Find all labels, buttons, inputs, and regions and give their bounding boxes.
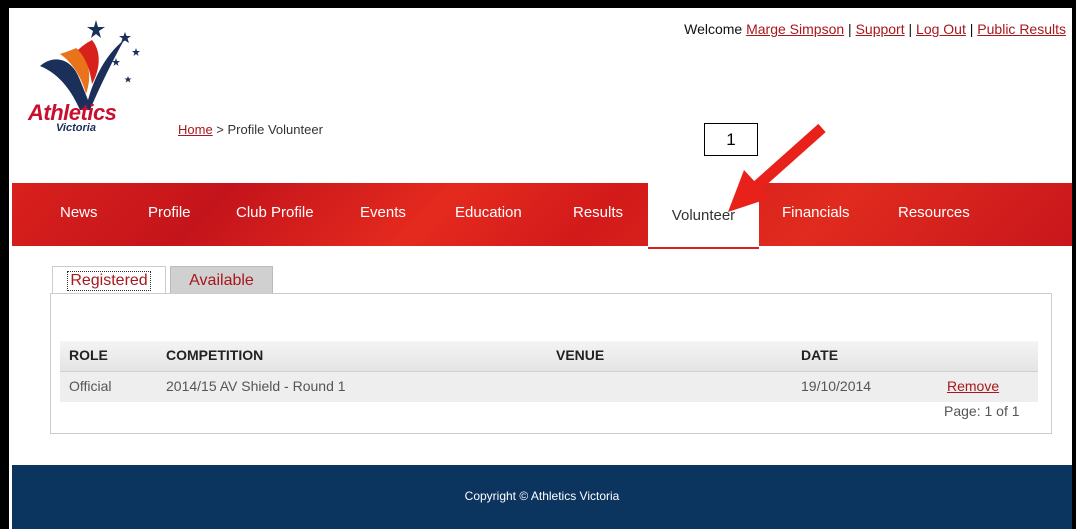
frame-left	[0, 0, 9, 529]
cell-competition: 2014/15 AV Shield - Round 1	[166, 378, 346, 394]
callout-arrow-icon	[728, 123, 826, 212]
public-results-link[interactable]: Public Results	[977, 21, 1066, 37]
column-header-competition: COMPETITION	[166, 347, 264, 363]
column-header-venue: VENUE	[556, 347, 605, 363]
user-name-link[interactable]: Marge Simpson	[746, 21, 844, 37]
column-header-role: ROLE	[69, 347, 108, 363]
footer: Copyright © Athletics Victoria	[12, 465, 1072, 529]
breadcrumb-separator: >	[212, 122, 228, 137]
nav-item-profile[interactable]: Profile	[148, 204, 191, 221]
nav-item-resources[interactable]: Resources	[898, 204, 970, 221]
frame-top	[0, 0, 1076, 8]
support-link[interactable]: Support	[856, 21, 905, 37]
tab-registered[interactable]: Registered	[52, 266, 166, 295]
pager: Page: 1 of 1	[944, 403, 1020, 419]
logo-subtitle: Victoria	[56, 122, 96, 134]
cell-role: Official	[69, 378, 112, 394]
tab-registered-label: Registered	[67, 271, 151, 291]
breadcrumb: Home > Profile Volunteer	[178, 122, 323, 137]
welcome-text: Welcome	[684, 21, 743, 37]
user-bar-separator: |	[965, 21, 978, 37]
nav-item-results[interactable]: Results	[573, 204, 623, 221]
table-header: ROLE COMPETITION VENUE DATE	[60, 341, 1038, 372]
cell-date: 19/10/2014	[801, 378, 872, 394]
breadcrumb-current: Profile Volunteer	[227, 122, 323, 137]
logo-wordmark: Athletics	[28, 100, 117, 125]
user-bar-separator: |	[904, 21, 917, 37]
nav-item-club-profile[interactable]: Club Profile	[236, 204, 314, 221]
frame-right	[1072, 0, 1076, 529]
remove-link[interactable]: Remove	[947, 378, 999, 394]
logout-link[interactable]: Log Out	[916, 21, 966, 37]
nav-item-events[interactable]: Events	[360, 204, 406, 221]
tab-available[interactable]: Available	[170, 266, 273, 295]
copyright-text: Copyright © Athletics Victoria	[464, 489, 620, 503]
user-bar: Welcome Marge Simpson | Support | Log Ou…	[684, 21, 1066, 37]
user-bar-separator: |	[844, 21, 856, 37]
main-nav: News Profile Club Profile Events Educati…	[12, 183, 1072, 249]
nav-item-news[interactable]: News	[60, 204, 98, 221]
table-row: Official 2014/15 AV Shield - Round 1 19/…	[60, 372, 1038, 402]
breadcrumb-home-link[interactable]: Home	[178, 122, 213, 137]
nav-item-education[interactable]: Education	[455, 204, 522, 221]
column-header-date: DATE	[801, 347, 839, 363]
